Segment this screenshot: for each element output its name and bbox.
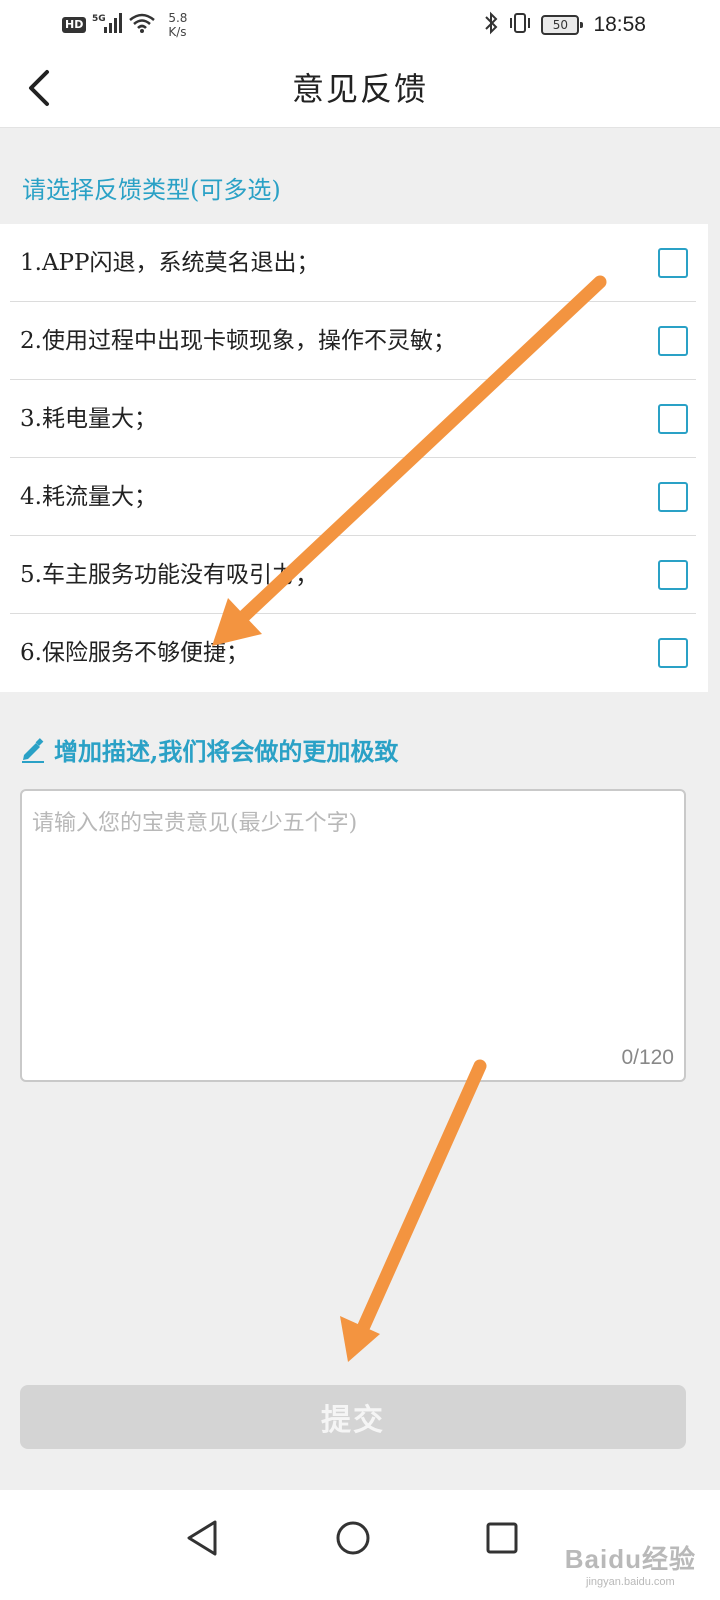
option-label: 4.耗流量大； xyxy=(20,484,157,510)
checkbox[interactable] xyxy=(658,404,688,434)
nav-back-button[interactable] xyxy=(172,1508,232,1568)
checkbox[interactable] xyxy=(658,326,688,356)
clock: 18:58 xyxy=(593,13,646,36)
option-label: 6.保险服务不够便捷； xyxy=(20,640,249,666)
checkbox[interactable] xyxy=(658,560,688,590)
feedback-option[interactable]: 3.耗电量大； xyxy=(10,380,696,458)
description-label-text: 增加描述,我们将会做的更加极致 xyxy=(54,737,399,766)
watermark: Baidu经验 jingyan.baidu.com xyxy=(565,1539,696,1588)
pencil-icon xyxy=(22,737,44,763)
arrow-to-submit xyxy=(340,1059,487,1362)
hd-badge: HD xyxy=(62,17,87,33)
system-nav-bar: Baidu经验 jingyan.baidu.com xyxy=(0,1490,720,1600)
circle-home-icon xyxy=(336,1521,370,1555)
feedback-input[interactable] xyxy=(22,791,684,1080)
watermark-main: Baidu经验 xyxy=(564,1544,696,1574)
app-header: 意见反馈 xyxy=(0,50,720,128)
status-right: 50 18:58 xyxy=(483,8,646,42)
option-label: 1.APP闪退，系统莫名退出； xyxy=(20,250,320,276)
feedback-option[interactable]: 6.保险服务不够便捷； xyxy=(10,614,696,692)
wifi-icon xyxy=(128,12,156,38)
triangle-back-icon xyxy=(187,1520,217,1556)
checkbox[interactable] xyxy=(658,482,688,512)
feedback-type-label: 请选择反馈类型(可多选) xyxy=(22,176,281,204)
bluetooth-icon xyxy=(483,11,499,39)
feedback-option[interactable]: 4.耗流量大； xyxy=(10,458,696,536)
status-left: HD 5G 5.8 K/s xyxy=(62,8,187,42)
nav-recents-button[interactable] xyxy=(472,1508,532,1568)
checkbox[interactable] xyxy=(658,248,688,278)
feedback-options-list: 1.APP闪退，系统莫名退出； 2.使用过程中出现卡顿现象，操作不灵敏； 3.耗… xyxy=(0,224,708,692)
square-recents-icon xyxy=(486,1522,518,1554)
option-label: 5.车主服务功能没有吸引力； xyxy=(20,562,318,588)
option-label: 2.使用过程中出现卡顿现象，操作不灵敏； xyxy=(20,328,456,354)
watermark-sub: jingyan.baidu.com xyxy=(586,1576,675,1588)
vibrate-icon xyxy=(507,11,533,39)
status-bar: HD 5G 5.8 K/s 50 18:58 xyxy=(0,0,720,50)
signal-icon: 5G xyxy=(92,12,123,38)
page-title: 意见反馈 xyxy=(291,70,428,108)
char-count: 0/120 xyxy=(621,1046,674,1069)
option-label: 3.耗电量大； xyxy=(20,406,157,432)
net-speed-value: 5.8 xyxy=(168,11,188,25)
checkbox[interactable] xyxy=(658,638,688,668)
net-speed-unit: K/s xyxy=(168,25,187,39)
net-speed: 5.8 K/s xyxy=(168,11,187,39)
submit-button[interactable]: 提交 xyxy=(20,1385,686,1449)
battery-icon: 50 xyxy=(541,15,584,35)
description-label: 增加描述,我们将会做的更加极致 xyxy=(20,732,398,767)
nav-home-button[interactable] xyxy=(323,1508,383,1568)
feedback-textbox: 0/120 xyxy=(20,789,686,1082)
signal-5g-label: 5G xyxy=(92,14,106,24)
feedback-option[interactable]: 2.使用过程中出现卡顿现象，操作不灵敏； xyxy=(10,302,696,380)
feedback-option[interactable]: 1.APP闪退，系统莫名退出； xyxy=(10,224,696,302)
feedback-option[interactable]: 5.车主服务功能没有吸引力； xyxy=(10,536,696,614)
